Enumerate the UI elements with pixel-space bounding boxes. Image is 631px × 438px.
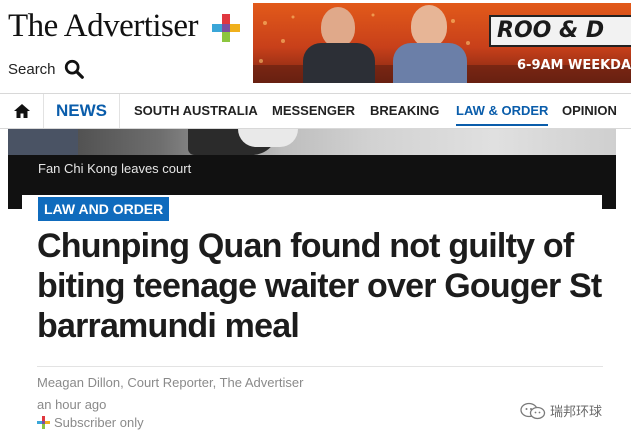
home-icon (13, 104, 30, 118)
search-button[interactable]: Search (8, 58, 85, 80)
main-navigation: NEWS SOUTH AUSTRALIA MESSENGER BREAKING … (0, 93, 631, 129)
divider (37, 366, 603, 367)
search-icon (64, 59, 84, 79)
nav-item-opinion[interactable]: OPINION (562, 94, 617, 128)
nav-item-messenger[interactable]: MESSENGER (272, 94, 355, 128)
hero-photo (8, 129, 616, 155)
subscriber-badge: Subscriber only (37, 415, 144, 430)
article-timestamp: an hour ago (37, 397, 107, 412)
nav-section-news[interactable]: NEWS (44, 94, 120, 128)
ad-title-box: ROO & D (489, 15, 631, 47)
watermark-text: 瑞邦环球 (550, 404, 603, 419)
plus-icon (37, 416, 50, 429)
article-headline: Chunping Quan found not guilty of biting… (37, 227, 602, 345)
nav-home-button[interactable] (0, 94, 44, 128)
plus-logo-icon (212, 14, 240, 42)
nav-item-law-and-order[interactable]: LAW & ORDER (456, 94, 549, 128)
chat-bubbles-icon (520, 402, 546, 419)
ad-subtitle: 6-9AM WEEKDA (517, 58, 631, 73)
site-logo[interactable]: The Advertiser (8, 8, 199, 45)
subscriber-label: Subscriber only (54, 415, 144, 430)
category-tag[interactable]: LAW AND ORDER (38, 197, 170, 221)
advertisement-banner[interactable]: ROO & D 6-9AM WEEKDA (253, 3, 631, 83)
watermark: 瑞邦环球 (520, 401, 602, 420)
ad-title: ROO & D (497, 18, 605, 43)
search-label: Search (8, 60, 56, 78)
nav-item-breaking[interactable]: BREAKING (370, 94, 439, 128)
nav-item-south-australia[interactable]: SOUTH AUSTRALIA (134, 94, 258, 128)
article-byline: Meagan Dillon, Court Reporter, The Adver… (37, 375, 304, 390)
hero-caption: Fan Chi Kong leaves court (38, 161, 192, 176)
